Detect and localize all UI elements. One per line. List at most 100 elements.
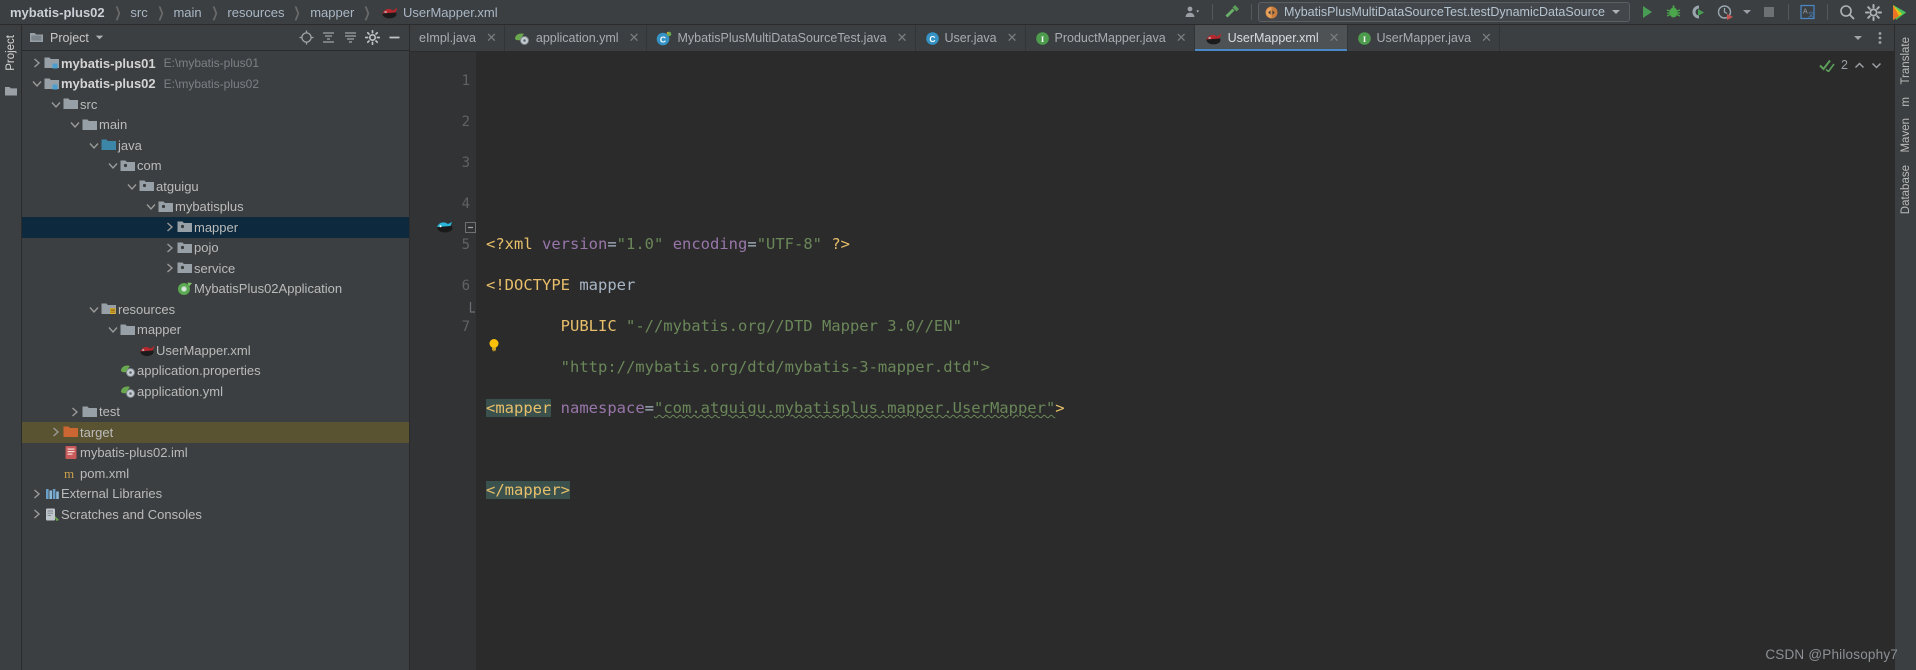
- tree-node-mybatisplus02application[interactable]: MybatisPlus02Application: [22, 279, 409, 300]
- tree-node-java[interactable]: java: [22, 135, 409, 156]
- tree-node-pom-xml[interactable]: m pom.xml: [22, 463, 409, 484]
- chevron-right-icon[interactable]: [30, 509, 43, 519]
- close-icon[interactable]: ✕: [629, 30, 640, 46]
- project-panel-title-group[interactable]: Project: [29, 31, 104, 45]
- select-opened-file-button[interactable]: [295, 27, 317, 49]
- profiler-icon[interactable]: [1712, 1, 1738, 23]
- chevron-right-icon[interactable]: [49, 427, 62, 437]
- code-line[interactable]: PUBLIC "-//mybatis.org//DTD Mapper 3.0//…: [486, 306, 1894, 347]
- build-hammer-icon[interactable]: [1219, 1, 1245, 23]
- tree-node-main[interactable]: main: [22, 115, 409, 136]
- chevron-down-icon[interactable]: [30, 79, 43, 88]
- code-line[interactable]: </mapper>: [486, 470, 1894, 511]
- tree-node-mybatis-plus01[interactable]: mybatis-plus01 E:\mybatis-plus01: [22, 53, 409, 74]
- chevron-down-icon[interactable]: [87, 141, 100, 150]
- code-line[interactable]: <!DOCTYPE mapper: [486, 265, 1894, 306]
- breadcrumb-item-main[interactable]: main: [171, 5, 203, 20]
- tree-node-pojo[interactable]: pojo: [22, 238, 409, 259]
- editor-tab-usermapper-java[interactable]: I UserMapper.java ✕: [1348, 25, 1500, 51]
- chevron-down-icon[interactable]: [106, 325, 119, 334]
- code-line[interactable]: <mapper namespace="com.atguigu.mybatispl…: [486, 388, 1894, 429]
- structure-folder-icon[interactable]: [4, 85, 18, 97]
- tool-window-button-maven[interactable]: Maven: [1898, 112, 1914, 159]
- close-icon[interactable]: ✕: [1176, 30, 1187, 46]
- profiler-dropdown-icon[interactable]: [1738, 1, 1756, 23]
- bug-icon[interactable]: [1660, 1, 1686, 23]
- tree-node-scratches-and-consoles[interactable]: Scratches and Consoles: [22, 504, 409, 525]
- tree-node-atguigu[interactable]: atguigu: [22, 176, 409, 197]
- code-line[interactable]: [486, 429, 1894, 470]
- chevron-down-icon[interactable]: [49, 100, 62, 109]
- coverage-icon[interactable]: [1686, 1, 1712, 23]
- minimize-icon[interactable]: [383, 27, 405, 49]
- panel-settings-button[interactable]: [361, 27, 383, 49]
- tool-window-button-m[interactable]: m: [1898, 91, 1914, 113]
- chevron-down-icon[interactable]: [106, 161, 119, 170]
- breadcrumb-item-resources[interactable]: resources: [225, 5, 286, 20]
- inspection-widget[interactable]: 2: [1819, 58, 1882, 72]
- intellij-logo-icon[interactable]: [1886, 1, 1912, 23]
- chevron-down-icon[interactable]: [1871, 61, 1882, 70]
- tool-window-button-database[interactable]: Database: [1898, 159, 1914, 220]
- chevron-down-icon[interactable]: [144, 202, 157, 211]
- chevron-right-icon[interactable]: [163, 263, 176, 273]
- close-icon[interactable]: ✕: [897, 30, 908, 46]
- editor-tab-application-yml[interactable]: application.yml ✕: [505, 25, 648, 51]
- code-line[interactable]: <?xml version="1.0" encoding="UTF-8" ?>: [486, 224, 1894, 265]
- tool-window-button-project[interactable]: Project: [3, 29, 19, 77]
- tree-node-mapper[interactable]: mapper: [22, 217, 409, 238]
- chevron-right-icon[interactable]: [30, 489, 43, 499]
- chevron-down-icon[interactable]: [1611, 8, 1621, 16]
- chevron-right-icon[interactable]: [163, 243, 176, 253]
- collapse-all-button[interactable]: [339, 27, 361, 49]
- close-icon[interactable]: ✕: [1481, 30, 1492, 46]
- code-line[interactable]: "http://mybatis.org/dtd/mybatis-3-mapper…: [486, 347, 1894, 388]
- translate-icon[interactable]: A 文: [1795, 1, 1821, 23]
- chevron-down-icon[interactable]: [68, 120, 81, 129]
- chevron-right-icon[interactable]: [163, 222, 176, 232]
- tree-node-usermapper-xml[interactable]: UserMapper.xml: [22, 340, 409, 361]
- tree-node-application-properties[interactable]: application.properties: [22, 361, 409, 382]
- breadcrumb-item-mapper[interactable]: mapper: [308, 5, 356, 20]
- tree-node-target[interactable]: target: [22, 422, 409, 443]
- tree-node-mybatisplus[interactable]: mybatisplus: [22, 197, 409, 218]
- chevron-down-icon[interactable]: [87, 305, 100, 314]
- gear-icon[interactable]: [1860, 1, 1886, 23]
- breadcrumb-item-usermapper-xml[interactable]: UserMapper.xml: [378, 5, 500, 20]
- chevron-right-icon[interactable]: [68, 407, 81, 417]
- code-content[interactable]: <?xml version="1.0" encoding="UTF-8" ?> <…: [476, 52, 1894, 670]
- run-configuration-selector[interactable]: MybatisPlusMultiDataSourceTest.testDynam…: [1258, 2, 1630, 22]
- close-icon[interactable]: ✕: [486, 30, 497, 46]
- editor-tab-usermapper-xml[interactable]: UserMapper.xml ✕: [1194, 25, 1348, 51]
- editor-tab-user-java[interactable]: C User.java ✕: [916, 25, 1026, 51]
- editor-gutter[interactable]: 1 2 3 4 5 6 7: [410, 52, 476, 670]
- search-icon[interactable]: [1834, 1, 1860, 23]
- breadcrumb-item-mybatis-plus02[interactable]: mybatis-plus02: [8, 5, 107, 20]
- chevron-right-icon[interactable]: [30, 58, 43, 68]
- tool-window-button-translate[interactable]: Translate: [1898, 31, 1914, 91]
- project-tree[interactable]: mybatis-plus01 E:\mybatis-plus01 mybatis-p…: [22, 51, 409, 670]
- tree-node-mybatis-plus02-iml[interactable]: mybatis-plus02.iml: [22, 443, 409, 464]
- stop-square-icon[interactable]: [1756, 1, 1782, 23]
- tree-node-application-yml[interactable]: application.yml: [22, 381, 409, 402]
- editor-tab-eimpl-java[interactable]: eImpl.java ✕: [410, 25, 505, 51]
- close-icon[interactable]: ✕: [1007, 30, 1018, 46]
- tree-node-com[interactable]: com: [22, 156, 409, 177]
- editor-tab-mybatisplusmultidatasourcetest-java[interactable]: C MybatisPlusMultiDataSourceTest.java ✕: [647, 25, 916, 51]
- tree-node-service[interactable]: service: [22, 258, 409, 279]
- editor-tab-productmapper-java[interactable]: I ProductMapper.java ✕: [1026, 25, 1195, 51]
- run-button[interactable]: [1634, 1, 1660, 23]
- intention-bulb-icon[interactable]: [486, 255, 504, 352]
- expand-all-button[interactable]: [317, 27, 339, 49]
- tree-node-mapper[interactable]: mapper: [22, 320, 409, 341]
- close-icon[interactable]: ✕: [1329, 30, 1340, 46]
- tree-node-mybatis-plus02[interactable]: mybatis-plus02 E:\mybatis-plus02: [22, 74, 409, 95]
- chevron-down-icon[interactable]: [125, 182, 138, 191]
- chevron-down-icon[interactable]: [95, 34, 104, 41]
- more-vertical-icon[interactable]: [1870, 27, 1890, 49]
- tree-node-test[interactable]: test: [22, 402, 409, 423]
- tree-node-src[interactable]: src: [22, 94, 409, 115]
- tab-list-dropdown-icon[interactable]: [1848, 27, 1868, 49]
- chevron-up-icon[interactable]: [1854, 61, 1865, 70]
- tree-node-external-libraries[interactable]: External Libraries: [22, 484, 409, 505]
